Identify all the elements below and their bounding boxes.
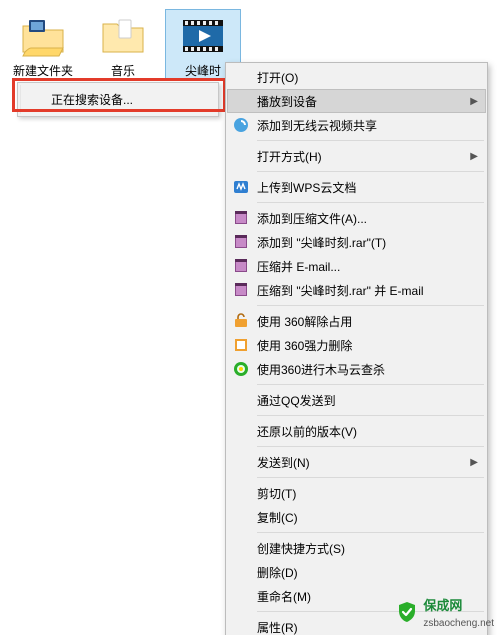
menu-separator xyxy=(257,140,484,141)
menu-create-shortcut[interactable]: 创建快捷方式(S) xyxy=(227,536,486,560)
menu-cast-to-device[interactable]: 播放到设备 ▶ xyxy=(227,89,486,113)
icon-label: 新建文件夹 xyxy=(6,62,80,79)
wireless-icon xyxy=(231,115,251,135)
menu-label: 使用 360解除占用 xyxy=(257,313,478,330)
menu-label: 上传到WPS云文档 xyxy=(257,179,478,196)
menu-open-with[interactable]: 打开方式(H) ▶ xyxy=(227,144,486,168)
menu-label: 发送到(N) xyxy=(257,454,470,471)
menu-separator xyxy=(257,171,484,172)
watermark-title: 保成网 xyxy=(423,598,462,613)
rar-icon xyxy=(231,256,251,276)
menu-qq-send[interactable]: 通过QQ发送到 xyxy=(227,388,486,412)
open-folder-icon xyxy=(19,12,67,60)
watermark: 保成网 zsbaocheng.net xyxy=(397,595,494,629)
folder-new[interactable]: 新建文件夹 xyxy=(6,10,80,79)
menu-label: 通过QQ发送到 xyxy=(257,392,478,409)
menu-360-unlock[interactable]: 使用 360解除占用 xyxy=(227,309,486,333)
menu-label: 打开方式(H) xyxy=(257,148,470,165)
menu-open[interactable]: 打开(O) xyxy=(227,65,486,89)
rar-icon xyxy=(231,208,251,228)
wps-icon xyxy=(231,177,251,197)
menu-separator xyxy=(257,202,484,203)
cast-submenu: 正在搜索设备... xyxy=(17,82,219,117)
menu-label: 打开(O) xyxy=(257,69,478,86)
menu-separator xyxy=(257,384,484,385)
folder-music[interactable]: 音乐 xyxy=(86,10,160,79)
menu-add-to-archive[interactable]: 添加到压缩文件(A)... xyxy=(227,206,486,230)
menu-label: 播放到设备 xyxy=(257,93,470,110)
menu-upload-wps[interactable]: 上传到WPS云文档 xyxy=(227,175,486,199)
menu-label: 复制(C) xyxy=(257,509,478,526)
menu-label: 创建快捷方式(S) xyxy=(257,540,478,557)
scan-360-icon xyxy=(231,359,251,379)
video-file-icon xyxy=(179,12,227,60)
menu-label: 添加到压缩文件(A)... xyxy=(257,210,478,227)
menu-label: 压缩到 "尖峰时刻.rar" 并 E-mail xyxy=(257,282,478,299)
menu-label: 剪切(T) xyxy=(257,485,478,502)
menu-360-trojan-scan[interactable]: 使用360进行木马云查杀 xyxy=(227,357,486,381)
menu-compress-rar-email[interactable]: 压缩到 "尖峰时刻.rar" 并 E-mail xyxy=(227,278,486,302)
menu-label: 压缩并 E-mail... xyxy=(257,258,478,275)
folder-icon xyxy=(99,12,147,60)
menu-360-force-delete[interactable]: 使用 360强力删除 xyxy=(227,333,486,357)
menu-copy[interactable]: 复制(C) xyxy=(227,505,486,529)
menu-label: 添加到无线云视频共享 xyxy=(257,117,478,134)
icon-label: 音乐 xyxy=(86,62,160,79)
shield-icon xyxy=(397,601,417,623)
menu-compress-email[interactable]: 压缩并 E-mail... xyxy=(227,254,486,278)
menu-label: 添加到 "尖峰时刻.rar"(T) xyxy=(257,234,478,251)
rar-icon xyxy=(231,232,251,252)
menu-restore-previous[interactable]: 还原以前的版本(V) xyxy=(227,419,486,443)
menu-delete[interactable]: 删除(D) xyxy=(227,560,486,584)
rar-icon xyxy=(231,280,251,300)
menu-add-to-rar[interactable]: 添加到 "尖峰时刻.rar"(T) xyxy=(227,230,486,254)
submenu-arrow-icon: ▶ xyxy=(470,457,478,468)
menu-separator xyxy=(257,446,484,447)
menu-separator xyxy=(257,477,484,478)
searching-devices-item: 正在搜索设备... xyxy=(20,85,216,114)
menu-send-to[interactable]: 发送到(N) ▶ xyxy=(227,450,486,474)
menu-label: 删除(D) xyxy=(257,564,478,581)
context-menu: 打开(O) 播放到设备 ▶ 添加到无线云视频共享 打开方式(H) ▶ 上传到WP… xyxy=(225,62,488,635)
menu-label: 还原以前的版本(V) xyxy=(257,423,478,440)
delete-360-icon xyxy=(231,335,251,355)
watermark-url: zsbaocheng.net xyxy=(423,618,494,629)
menu-label: 使用360进行木马云查杀 xyxy=(257,361,478,378)
menu-cut[interactable]: 剪切(T) xyxy=(227,481,486,505)
menu-separator xyxy=(257,415,484,416)
menu-label: 使用 360强力删除 xyxy=(257,337,478,354)
submenu-arrow-icon: ▶ xyxy=(470,96,478,107)
unlock-360-icon xyxy=(231,311,251,331)
menu-separator xyxy=(257,305,484,306)
submenu-arrow-icon: ▶ xyxy=(470,151,478,162)
menu-separator xyxy=(257,532,484,533)
searching-label: 正在搜索设备... xyxy=(51,93,133,107)
menu-add-wireless-share[interactable]: 添加到无线云视频共享 xyxy=(227,113,486,137)
